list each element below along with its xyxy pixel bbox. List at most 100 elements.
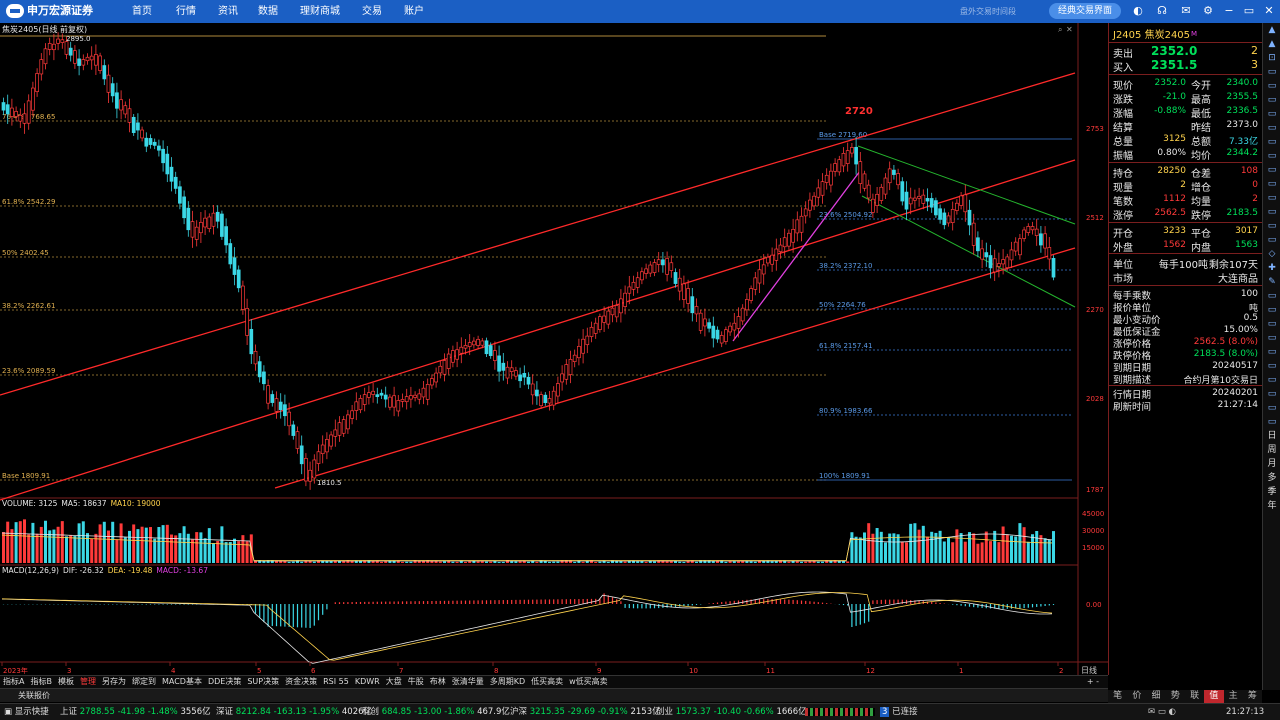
nav-wealth[interactable]: 理财商城: [290, 0, 350, 23]
nav-news[interactable]: 资讯: [208, 0, 248, 23]
tool-icon[interactable]: ▭: [1263, 345, 1280, 359]
nav-quotes[interactable]: 行情: [166, 0, 206, 23]
tool-icon[interactable]: ▭: [1263, 107, 1280, 121]
headset-icon[interactable]: ☊: [1155, 4, 1169, 18]
indicator-tab[interactable]: MACD基本: [159, 676, 205, 688]
period-label[interactable]: 日线: [1081, 665, 1097, 675]
kline-chart[interactable]: 焦炭2405(日线 前复权) ⌕ ✕ 76.4% 2768.6561.8% 25…: [0, 23, 1108, 675]
search-icon[interactable]: ⌕: [1058, 25, 1062, 34]
mail-icon[interactable]: ✉: [1179, 4, 1193, 18]
indicator-tab[interactable]: 低买高卖: [528, 676, 566, 688]
tool-icon[interactable]: ▭: [1263, 373, 1280, 387]
period-button[interactable]: 季: [1263, 485, 1280, 499]
period-button[interactable]: 周: [1263, 443, 1280, 457]
tool-icon[interactable]: ▭: [1263, 387, 1280, 401]
nav-data[interactable]: 数据: [248, 0, 288, 23]
tool-icon[interactable]: ▭: [1263, 135, 1280, 149]
period-button[interactable]: 年: [1263, 499, 1280, 513]
tool-icon[interactable]: ⊡: [1263, 51, 1280, 65]
indicator-tab[interactable]: 模板: [55, 676, 77, 688]
candle-body: [299, 445, 304, 465]
indicator-tab[interactable]: 资金决策: [282, 676, 320, 688]
tool-icon[interactable]: ▲: [1263, 37, 1280, 51]
indicator-tab[interactable]: 另存为: [99, 676, 129, 688]
candle-body: [719, 335, 724, 344]
candle-body: [602, 315, 606, 323]
tool-icon[interactable]: ▭: [1263, 401, 1280, 415]
tool-icon[interactable]: ▭: [1263, 65, 1280, 79]
tool-icon[interactable]: ▭: [1263, 121, 1280, 135]
minimize-icon[interactable]: −: [1222, 4, 1236, 18]
related-quotes-tab[interactable]: 关联报价: [0, 688, 1108, 702]
close-icon[interactable]: ✕: [1262, 4, 1276, 18]
period-button[interactable]: 月: [1263, 457, 1280, 471]
buy-price[interactable]: 2351.5: [1151, 58, 1197, 72]
index-hs[interactable]: 沪深 3215.35 -29.69 -0.91% 2153亿: [510, 704, 661, 720]
indicator-tab[interactable]: SUP决策: [244, 676, 282, 688]
shortcut-toggle[interactable]: ▣ 显示快捷: [4, 704, 49, 720]
volume-bar: [111, 521, 115, 563]
indicator-tab[interactable]: 大盘: [383, 676, 405, 688]
tool-icon[interactable]: ✎: [1263, 275, 1280, 289]
indicator-tab[interactable]: 牛股: [405, 676, 427, 688]
tool-icon[interactable]: ▭: [1263, 149, 1280, 163]
candle-body: [728, 325, 732, 333]
indicator-tab[interactable]: 布林: [427, 676, 449, 688]
nav-account[interactable]: 账户: [394, 0, 434, 23]
indicator-tab[interactable]: RSI 55: [320, 676, 352, 688]
bottom-tab[interactable]: 主: [1224, 690, 1243, 703]
index-cy[interactable]: 创业 1573.37 -10.40 -0.66% 1666亿: [656, 704, 807, 720]
tool-icon[interactable]: ▭: [1263, 233, 1280, 247]
tool-icon[interactable]: ▭: [1263, 177, 1280, 191]
volume-bar: [795, 561, 799, 563]
tool-icon[interactable]: ▭: [1263, 289, 1280, 303]
theme-icon[interactable]: ◐: [1131, 4, 1145, 18]
indicator-tab[interactable]: 多周期KD: [487, 676, 528, 688]
zoom-controls-icon[interactable]: + -: [1084, 676, 1102, 688]
tool-icon[interactable]: ▭: [1263, 317, 1280, 331]
tool-icon[interactable]: ▭: [1263, 205, 1280, 219]
sell-price[interactable]: 2352.0: [1151, 44, 1197, 58]
period-button[interactable]: 多: [1263, 471, 1280, 485]
tool-icon[interactable]: ▭: [1263, 79, 1280, 93]
bottom-tab[interactable]: 价: [1127, 690, 1146, 703]
indicator-tab[interactable]: KDWR: [352, 676, 383, 688]
bottom-tab[interactable]: 笔: [1108, 690, 1127, 703]
indicator-tab[interactable]: 张清华量: [449, 676, 487, 688]
index-sh[interactable]: 上证 2788.55 -41.98 -1.48% 3556亿: [60, 704, 211, 720]
index-sz[interactable]: 深证 8212.84 -163.13 -1.95% 4026亿: [216, 704, 372, 720]
bottom-tab[interactable]: 值: [1204, 690, 1224, 703]
bottom-tab[interactable]: 联: [1185, 690, 1204, 703]
period-button[interactable]: 日: [1263, 429, 1280, 443]
candle-body: [362, 394, 367, 405]
maximize-icon[interactable]: ▭: [1242, 4, 1256, 18]
index-kc[interactable]: 科创 684.85 -13.00 -1.86% 467.9亿: [362, 704, 510, 720]
quote-value: 1562: [1163, 240, 1186, 250]
tool-icon[interactable]: ▲: [1263, 23, 1280, 37]
indicator-tab[interactable]: 绑定到: [129, 676, 159, 688]
indicator-tab[interactable]: 管理: [77, 676, 99, 688]
indicator-tab[interactable]: 指标A: [0, 676, 27, 688]
indicator-tab[interactable]: 指标B: [27, 676, 55, 688]
close-chart-icon[interactable]: ✕: [1066, 25, 1073, 34]
tool-icon[interactable]: ▭: [1263, 219, 1280, 233]
bottom-tab[interactable]: 筹: [1243, 690, 1262, 703]
tool-icon[interactable]: ▭: [1263, 359, 1280, 373]
tool-icon[interactable]: ▭: [1263, 163, 1280, 177]
bottom-tab[interactable]: 势: [1166, 690, 1185, 703]
tool-icon[interactable]: ▭: [1263, 303, 1280, 317]
tool-icon[interactable]: ▭: [1263, 331, 1280, 345]
indicator-tab[interactable]: w低买高卖: [566, 676, 611, 688]
classic-trade-button[interactable]: 经典交易界面: [1049, 3, 1121, 19]
bottom-tab[interactable]: 细: [1147, 690, 1166, 703]
tool-icon[interactable]: ▭: [1263, 415, 1280, 429]
status-bar: ▣ 显示快捷 上证 2788.55 -41.98 -1.48% 3556亿 深证…: [0, 703, 1280, 720]
settings-icon[interactable]: ⚙: [1201, 4, 1215, 18]
indicator-tab[interactable]: DDE决策: [205, 676, 244, 688]
tool-icon[interactable]: ◇: [1263, 247, 1280, 261]
nav-home[interactable]: 首页: [122, 0, 162, 23]
tool-icon[interactable]: ▭: [1263, 93, 1280, 107]
tool-icon[interactable]: ▭: [1263, 191, 1280, 205]
nav-trade[interactable]: 交易: [352, 0, 392, 23]
tool-icon[interactable]: ✚: [1263, 261, 1280, 275]
